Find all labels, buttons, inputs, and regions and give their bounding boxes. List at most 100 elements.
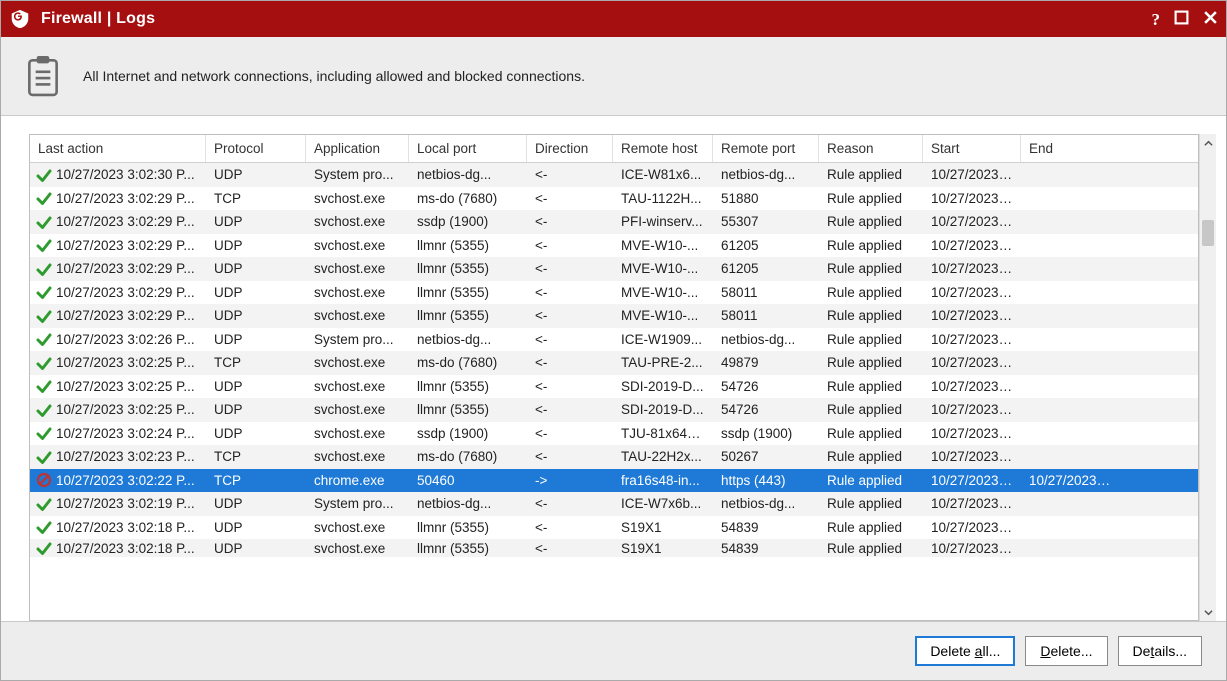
table-row[interactable]: 10/27/2023 3:02:24 P...UDPsvchost.exessd… (30, 422, 1198, 446)
table-row[interactable]: 10/27/2023 3:02:29 P...UDPsvchost.exellm… (30, 281, 1198, 305)
cell-application: svchost.exe (306, 355, 409, 370)
table-row[interactable]: 10/27/2023 3:02:29 P...UDPsvchost.exellm… (30, 257, 1198, 281)
cell-local-port: llmnr (5355) (409, 238, 527, 253)
allow-icon (36, 355, 52, 371)
cell-last-action: 10/27/2023 3:02:19 P... (56, 496, 195, 511)
cell-direction: <- (527, 541, 613, 556)
cell-remote-port: 54726 (713, 402, 819, 417)
allow-icon (36, 378, 52, 394)
cell-reason: Rule applied (819, 191, 923, 206)
col-direction[interactable]: Direction (527, 135, 613, 162)
table-row[interactable]: 10/27/2023 3:02:18 P...UDPsvchost.exellm… (30, 539, 1198, 557)
cell-last-action: 10/27/2023 3:02:18 P... (56, 520, 195, 535)
table-row[interactable]: 10/27/2023 3:02:29 P...TCPsvchost.exems-… (30, 187, 1198, 211)
col-application[interactable]: Application (306, 135, 409, 162)
cell-remote-host: MVE-W10-... (613, 285, 713, 300)
table-row[interactable]: 10/27/2023 3:02:29 P...UDPsvchost.exessd… (30, 210, 1198, 234)
cell-remote-host: ICE-W7x6b... (613, 496, 713, 511)
cell-last-action: 10/27/2023 3:02:23 P... (56, 449, 195, 464)
cell-direction: <- (527, 191, 613, 206)
cell-last-action: 10/27/2023 3:02:29 P... (56, 214, 195, 229)
cell-local-port: netbios-dg... (409, 332, 527, 347)
table-row[interactable]: 10/27/2023 3:02:30 P...UDPSystem pro...n… (30, 163, 1198, 187)
delete-button[interactable]: Delete... (1025, 636, 1107, 666)
vertical-scrollbar[interactable] (1199, 134, 1216, 621)
table-row[interactable]: 10/27/2023 3:02:19 P...UDPSystem pro...n… (30, 492, 1198, 516)
col-protocol[interactable]: Protocol (206, 135, 306, 162)
clipboard-icon (25, 55, 61, 97)
table-row[interactable]: 10/27/2023 3:02:18 P... UDPsvchost.exellm… (30, 516, 1198, 540)
cell-local-port: llmnr (5355) (409, 308, 527, 323)
cell-protocol: UDP (206, 238, 306, 253)
col-start[interactable]: Start (923, 135, 1021, 162)
col-reason[interactable]: Reason (819, 135, 923, 162)
cell-remote-port: 61205 (713, 238, 819, 253)
cell-direction: <- (527, 496, 613, 511)
col-remote-port[interactable]: Remote port (713, 135, 819, 162)
cell-direction: <- (527, 449, 613, 464)
cell-local-port: ssdp (1900) (409, 214, 527, 229)
cell-reason: Rule applied (819, 402, 923, 417)
help-icon[interactable]: ? (1152, 11, 1161, 28)
scroll-thumb[interactable] (1202, 220, 1214, 246)
cell-remote-host: TAU-1122H... (613, 191, 713, 206)
cell-remote-host: MVE-W10-... (613, 261, 713, 276)
col-local-port[interactable]: Local port (409, 135, 527, 162)
allow-icon (36, 331, 52, 347)
cell-start: 10/27/2023 ... (923, 379, 1021, 394)
cell-local-port: netbios-dg... (409, 496, 527, 511)
col-remote-host[interactable]: Remote host (613, 135, 713, 162)
table-row[interactable]: 10/27/2023 3:02:25 P...TCPsvchost.exems-… (30, 351, 1198, 375)
cell-protocol: UDP (206, 332, 306, 347)
cell-direction: <- (527, 238, 613, 253)
cell-application: svchost.exe (306, 520, 409, 535)
maximize-icon[interactable] (1174, 10, 1189, 28)
cell-remote-port: 55307 (713, 214, 819, 229)
cell-protocol: UDP (206, 308, 306, 323)
cell-local-port: llmnr (5355) (409, 285, 527, 300)
cell-reason: Rule applied (819, 308, 923, 323)
cell-protocol: TCP (206, 355, 306, 370)
delete-all-button[interactable]: Delete all... (915, 636, 1015, 666)
details-button[interactable]: Details... (1118, 636, 1202, 666)
cell-remote-host: fra16s48-in... (613, 473, 713, 488)
scroll-track[interactable] (1200, 152, 1216, 603)
cell-application: svchost.exe (306, 308, 409, 323)
cell-protocol: UDP (206, 520, 306, 535)
cell-reason: Rule applied (819, 496, 923, 511)
cell-direction: <- (527, 167, 613, 182)
cell-application: svchost.exe (306, 214, 409, 229)
cell-last-action: 10/27/2023 3:02:29 P... (56, 308, 195, 323)
cell-last-action: 10/27/2023 3:02:29 P... (56, 261, 195, 276)
close-icon[interactable] (1203, 10, 1218, 28)
log-table: Last action Protocol Application Local p… (29, 134, 1199, 621)
table-row[interactable]: 10/27/2023 3:02:29 P...UDPsvchost.exellm… (30, 234, 1198, 258)
cell-start: 10/27/2023 ... (923, 402, 1021, 417)
table-row[interactable]: 10/27/2023 3:02:29 P... UDPsvchost.exellm… (30, 304, 1198, 328)
cell-last-action: 10/27/2023 3:02:25 P... (56, 355, 195, 370)
cell-start: 10/27/2023 ... (923, 285, 1021, 300)
cell-direction: -> (527, 473, 613, 488)
table-row[interactable]: 10/27/2023 3:02:25 P...UDPsvchost.exellm… (30, 375, 1198, 399)
scroll-up-icon[interactable] (1200, 134, 1216, 152)
cell-last-action: 10/27/2023 3:02:30 P... (56, 167, 195, 182)
table-row[interactable]: 10/27/2023 3:02:26 P...UDPSystem pro...n… (30, 328, 1198, 352)
cell-local-port: ms-do (7680) (409, 449, 527, 464)
allow-icon (36, 519, 52, 535)
cell-start: 10/27/2023 ... (923, 520, 1021, 535)
table-row[interactable]: 10/27/2023 3:02:22 P...TCPchrome.exe5046… (30, 469, 1198, 493)
allow-icon (36, 402, 52, 418)
table-row[interactable]: 10/27/2023 3:02:25 P...UDPsvchost.exellm… (30, 398, 1198, 422)
table-row[interactable]: 10/27/2023 3:02:23 P...TCPsvchost.exems-… (30, 445, 1198, 469)
scroll-down-icon[interactable] (1200, 603, 1216, 621)
col-last-action[interactable]: Last action (30, 135, 206, 162)
cell-remote-port: netbios-dg... (713, 332, 819, 347)
col-end[interactable]: End (1021, 135, 1119, 162)
cell-application: chrome.exe (306, 473, 409, 488)
allow-icon (36, 425, 52, 441)
cell-local-port: llmnr (5355) (409, 520, 527, 535)
cell-reason: Rule applied (819, 520, 923, 535)
cell-remote-host: MVE-W10-... (613, 308, 713, 323)
cell-reason: Rule applied (819, 355, 923, 370)
cell-start: 10/27/2023 ... (923, 449, 1021, 464)
